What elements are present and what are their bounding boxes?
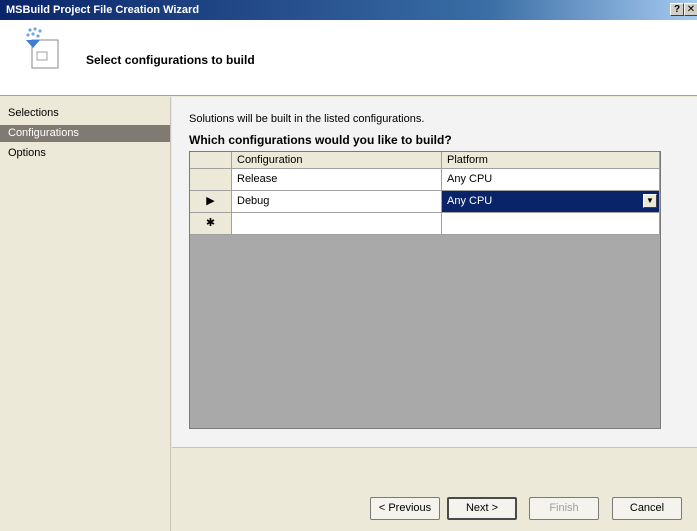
platform-cell[interactable]: Any CPU xyxy=(442,169,660,191)
wizard-header: Select configurations to build xyxy=(0,20,697,96)
button-bar: < Previous Next > Finish Cancel xyxy=(172,447,697,531)
nav-item-configurations[interactable]: Configurations xyxy=(0,125,170,142)
help-button[interactable]: ? xyxy=(670,3,684,16)
configuration-cell[interactable]: Release xyxy=(232,169,442,191)
new-row[interactable]: ✱ xyxy=(190,213,660,235)
title-bar: MSBuild Project File Creation Wizard ? ✕ xyxy=(0,0,697,20)
table-row[interactable]: ▶ Debug Any CPU ▼ xyxy=(190,191,660,213)
column-header-configuration[interactable]: Configuration xyxy=(232,152,442,169)
column-header-platform[interactable]: Platform xyxy=(442,152,660,169)
cancel-button[interactable]: Cancel xyxy=(612,497,682,520)
nav-item-selections[interactable]: Selections xyxy=(0,105,170,122)
configuration-cell[interactable]: Debug xyxy=(232,191,442,213)
previous-button[interactable]: < Previous xyxy=(370,497,440,520)
finish-button[interactable]: Finish xyxy=(529,497,599,520)
hint-text: Solutions will be built in the listed co… xyxy=(189,113,425,125)
platform-value: Any CPU xyxy=(447,195,493,207)
table-row[interactable]: Release Any CPU xyxy=(190,169,660,191)
platform-cell-selected[interactable]: Any CPU ▼ xyxy=(442,191,660,213)
chevron-down-icon[interactable]: ▼ xyxy=(643,194,657,208)
configuration-cell-new[interactable] xyxy=(232,213,442,235)
current-row-indicator[interactable]: ▶ xyxy=(190,191,232,213)
platform-cell-new[interactable] xyxy=(442,213,660,235)
wizard-document-icon xyxy=(26,27,59,69)
new-row-icon[interactable]: ✱ xyxy=(190,213,232,235)
wizard-nav: Selections Configurations Options xyxy=(0,97,171,531)
wizard-window: MSBuild Project File Creation Wizard ? ✕… xyxy=(0,0,697,531)
grid-corner xyxy=(190,152,232,169)
content-pane: Solutions will be built in the listed co… xyxy=(172,97,697,447)
page-title: Select configurations to build xyxy=(86,53,255,67)
grid-header-row: Configuration Platform xyxy=(190,152,660,169)
row-header[interactable] xyxy=(190,169,232,191)
configurations-grid[interactable]: Configuration Platform Release Any CPU ▶… xyxy=(189,151,661,429)
question-label: Which configurations would you like to b… xyxy=(189,133,452,147)
window-title: MSBuild Project File Creation Wizard xyxy=(6,4,200,16)
nav-item-options[interactable]: Options xyxy=(0,145,170,162)
close-button[interactable]: ✕ xyxy=(684,3,697,16)
next-button[interactable]: Next > xyxy=(447,497,517,520)
